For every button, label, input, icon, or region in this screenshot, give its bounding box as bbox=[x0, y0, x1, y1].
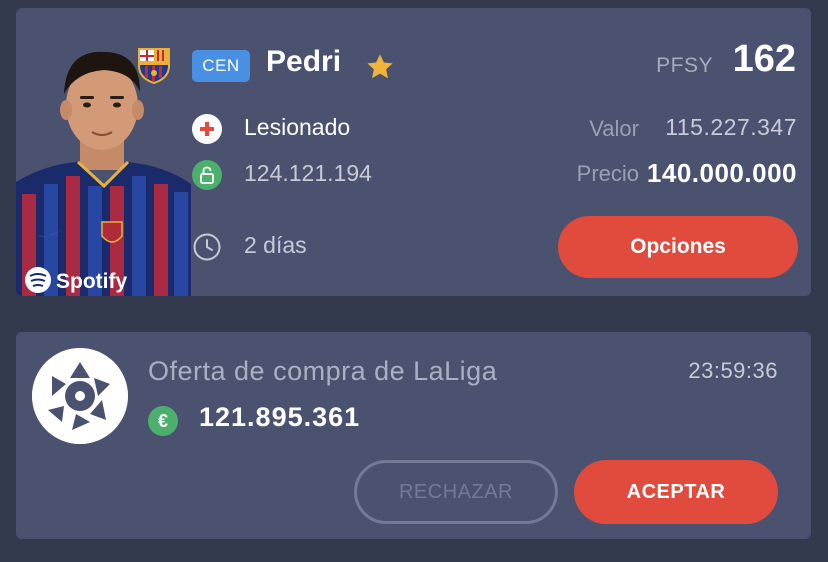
clock-icon bbox=[192, 232, 222, 262]
club-crest-icon bbox=[136, 46, 172, 85]
days-remaining: 2 días bbox=[244, 232, 307, 258]
player-name[interactable]: Pedri bbox=[266, 45, 341, 79]
options-button[interactable]: Opciones bbox=[558, 216, 798, 278]
offer-amount: 121.895.361 bbox=[199, 402, 361, 432]
reject-button[interactable]: RECHAZAR bbox=[354, 460, 558, 524]
accept-button[interactable]: ACEPTAR bbox=[574, 460, 778, 524]
red-cross-icon bbox=[192, 114, 222, 144]
points-label: PFSY bbox=[656, 54, 713, 77]
precio-label: Precio bbox=[576, 161, 639, 186]
offer-card: Oferta de compra de LaLiga 23:59:36 € 12… bbox=[16, 332, 811, 539]
valor-value: 115.227.347 bbox=[665, 114, 797, 140]
player-card[interactable]: Spotify CEN Pedri PFSY 162 Lesionado 124… bbox=[16, 8, 811, 296]
clause-value: 124.121.194 bbox=[244, 160, 372, 186]
valor-label: Valor bbox=[589, 116, 639, 141]
offer-timer: 23:59:36 bbox=[688, 358, 778, 383]
injury-status: Lesionado bbox=[244, 114, 351, 140]
precio-value: 140.000.000 bbox=[646, 158, 797, 188]
unlock-icon bbox=[192, 160, 222, 190]
euro-icon: € bbox=[148, 406, 178, 436]
points-value: 162 bbox=[732, 38, 796, 80]
laliga-logo-icon bbox=[32, 348, 128, 444]
shirt-sponsor-text: Spotify bbox=[56, 270, 127, 293]
position-badge: CEN bbox=[192, 50, 250, 82]
offer-title: Oferta de compra de LaLiga bbox=[148, 356, 498, 386]
star-icon[interactable] bbox=[364, 51, 396, 83]
